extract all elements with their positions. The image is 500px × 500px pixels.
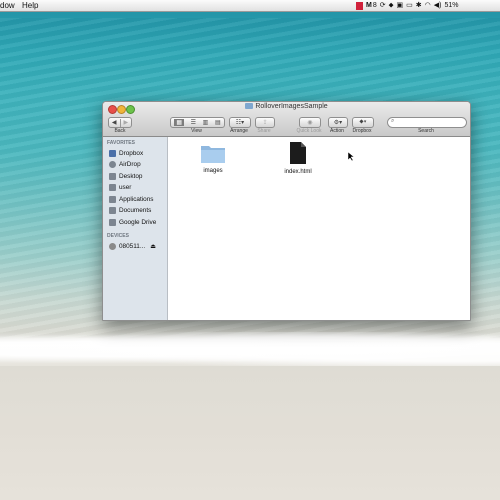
devices-header: DEVICES (107, 233, 129, 239)
disk-icon (109, 242, 116, 250)
file-item-index-html[interactable]: index.html (268, 141, 328, 175)
html-file-icon (290, 142, 306, 164)
arrange-label: Arrange (230, 128, 248, 134)
list-view-icon[interactable]: ☰ (191, 119, 196, 126)
sidebar-item-desktop[interactable]: Desktop (109, 171, 142, 181)
sidebar-item-device[interactable]: 080511... ⏏ (109, 241, 156, 251)
arrange-icon: ☷▾ (235, 120, 245, 126)
menu-window[interactable]: dow (0, 0, 15, 11)
recording-icon[interactable]: ▣ (397, 0, 404, 11)
dropbox-button[interactable]: ⬥▾ (352, 117, 374, 128)
eye-icon: ◉ (307, 120, 313, 126)
desktop-icon (109, 172, 116, 180)
volume-icon[interactable]: ◀) (434, 0, 442, 11)
favorites-header: FAVORITES (107, 140, 135, 146)
battery-percent[interactable]: 51% (444, 0, 458, 11)
share-label: Share (257, 128, 271, 134)
share-button[interactable]: ⇪ (255, 117, 275, 128)
view-segmented-control[interactable]: ▦ ☰ ▥ ▤ (170, 117, 225, 128)
forward-arrow-icon[interactable]: ▶ (124, 119, 129, 126)
dropbox-icon: ⬥▾ (359, 119, 367, 125)
finder-sidebar: FAVORITES Dropbox AirDrop Desktop user A… (103, 137, 168, 320)
documents-icon (109, 206, 116, 214)
airplay-icon[interactable]: ▭ (406, 0, 413, 11)
back-arrow-icon[interactable]: ◀ (112, 119, 117, 126)
file-item-images[interactable]: images (183, 142, 243, 174)
folder-icon (245, 103, 254, 109)
gear-icon: ⚙▾ (333, 120, 343, 126)
sidebar-item-applications[interactable]: Applications (109, 194, 153, 204)
sidebar-item-google-drive[interactable]: Google Drive (109, 217, 156, 227)
back-label: Back (114, 128, 126, 134)
finder-toolbar: RolloverImagesSample ◀ ▶ Back ▦ ☰ ▥ ▤ Vi… (103, 102, 470, 137)
menu-help[interactable]: Help (22, 0, 38, 11)
menu-bar: dow Help M 8 ⟳ ⬥ ▣ ▭ ✱ ◠ ◀) 51% (0, 0, 500, 12)
dropbox-label: Dropbox (352, 128, 372, 134)
applications-icon (109, 195, 116, 203)
back-forward-buttons[interactable]: ◀ ▶ (108, 117, 132, 128)
coverflow-view-icon[interactable]: ▤ (215, 119, 221, 126)
folder-icon (201, 146, 225, 163)
view-label: View (191, 128, 202, 134)
home-icon (109, 183, 116, 191)
file-browser-area: images index.html (168, 137, 470, 320)
eject-icon[interactable]: ⏏ (150, 243, 156, 250)
bluetooth-icon[interactable]: ✱ (416, 0, 422, 11)
dropbox-icon (109, 149, 116, 157)
quick-look-button[interactable]: ◉ (299, 117, 321, 128)
sidebar-item-user[interactable]: user (109, 182, 131, 192)
icon-view-icon[interactable]: ▦ (174, 119, 184, 126)
finder-window: RolloverImagesSample ◀ ▶ Back ▦ ☰ ▥ ▤ Vi… (102, 101, 471, 321)
share-icon: ⇪ (262, 120, 268, 126)
gmail-count: 8 (372, 2, 377, 9)
action-label: Action (330, 128, 344, 134)
action-button[interactable]: ⚙▾ (328, 117, 348, 128)
sidebar-item-dropbox[interactable]: Dropbox (109, 148, 143, 158)
sync-icon[interactable]: ⟳ (380, 0, 386, 11)
menubar-status-area: M 8 ⟳ ⬥ ▣ ▭ ✱ ◠ ◀) 51% (356, 0, 459, 11)
arrange-button[interactable]: ☷▾ (229, 117, 251, 128)
sidebar-item-airdrop[interactable]: AirDrop (109, 159, 141, 169)
quick-look-label: Quick Look (296, 128, 322, 134)
wallpaper-wave-foam (0, 332, 500, 366)
search-label: Search (418, 128, 434, 134)
search-input[interactable]: ⌕ (387, 117, 467, 128)
mouse-cursor-icon (348, 152, 354, 161)
wifi-icon[interactable]: ◠ (425, 0, 431, 11)
red-app-icon[interactable] (356, 1, 363, 10)
sidebar-item-documents[interactable]: Documents (109, 205, 151, 215)
window-title: RolloverImagesSample (103, 103, 470, 110)
search-icon: ⌕ (391, 118, 395, 124)
google-drive-icon (109, 218, 116, 226)
gmail-icon[interactable]: M (366, 0, 372, 11)
dropbox-status-icon[interactable]: ⬥ (389, 0, 394, 11)
column-view-icon[interactable]: ▥ (203, 119, 209, 126)
airdrop-icon (109, 160, 116, 168)
